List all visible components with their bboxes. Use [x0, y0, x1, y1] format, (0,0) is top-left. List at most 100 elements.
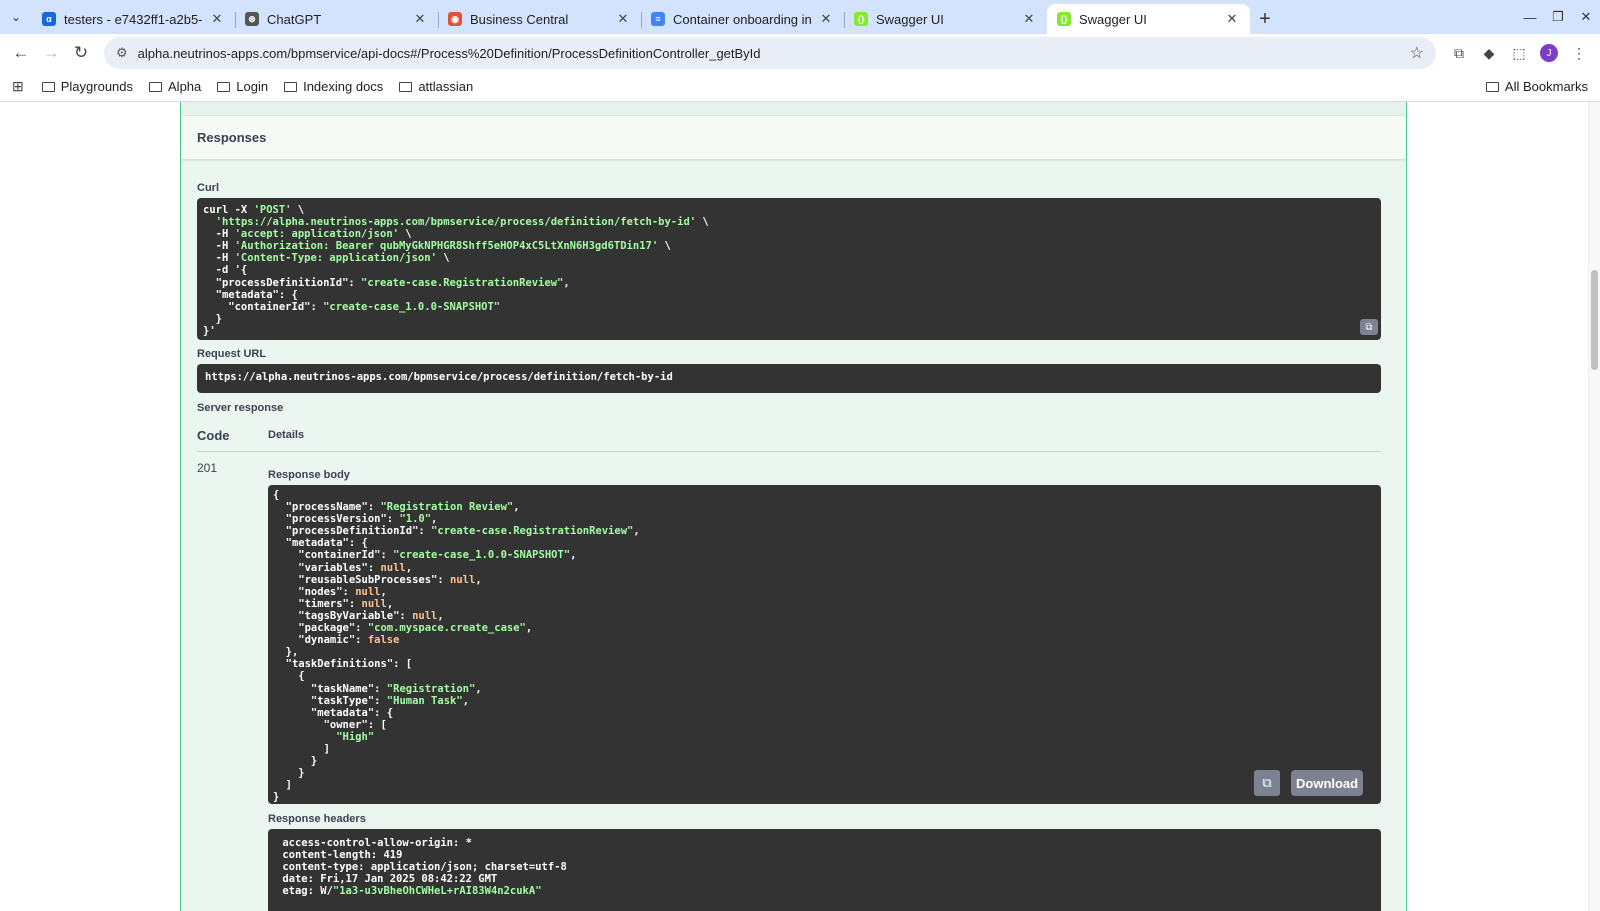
- bookmark-label: Alpha: [168, 79, 202, 94]
- menu-kebab-icon[interactable]: ⋮: [1564, 38, 1594, 68]
- page-viewport: Responses Curl curl -X 'POST' \ 'https:/…: [0, 102, 1600, 911]
- folder-icon: [41, 81, 55, 92]
- code-line: }: [273, 767, 305, 780]
- site-info-icon[interactable]: ⚙: [116, 45, 128, 61]
- url-text[interactable]: alpha.neutrinos-apps.com/bpmservice/api-…: [138, 46, 1410, 61]
- bookmark-indexing-docs[interactable]: Indexing docs: [284, 79, 383, 94]
- tab-search-icon[interactable]: ⌄: [0, 0, 32, 34]
- new-tab-button[interactable]: +: [1250, 4, 1280, 34]
- curl-code-block[interactable]: curl -X 'POST' \ 'https://alpha.neutrino…: [197, 198, 1381, 340]
- tab-close-icon[interactable]: ✕: [818, 11, 834, 27]
- code-line: etag: W/"1a3-u3vBheOhCWHeL+rAI83W4n2cukA…: [276, 885, 542, 898]
- code-line: "metadata": {: [273, 706, 394, 719]
- bookmark-star-icon[interactable]: ☆: [1410, 43, 1424, 63]
- tab-close-icon[interactable]: ✕: [1224, 11, 1240, 27]
- tab-close-icon[interactable]: ✕: [1021, 11, 1037, 27]
- response-headers-label: Response headers: [268, 813, 366, 825]
- folder-icon: [149, 81, 163, 92]
- tab-close-icon[interactable]: ✕: [615, 11, 631, 27]
- code-line: content-type: application/json; charset=…: [276, 861, 567, 874]
- folder-icon: [399, 81, 413, 92]
- page-scrollbar[interactable]: [1588, 102, 1600, 911]
- operation-block-post: Responses Curl curl -X 'POST' \ 'https:/…: [180, 102, 1407, 911]
- code-line: "processName": "Registration Review",: [273, 501, 520, 514]
- code-line: access-control-allow-origin: *: [276, 837, 472, 849]
- browser-tab[interactable]: {} Swagger UI ✕: [844, 4, 1047, 34]
- code-line: -H 'Authorization: Bearer qubMyGkNPHGR8S…: [203, 240, 671, 253]
- browser-toolbar: ← → ↻ ⚙ alpha.neutrinos-apps.com/bpmserv…: [0, 34, 1600, 72]
- close-window-icon[interactable]: ✕: [1572, 0, 1600, 34]
- tab-strip: ⌄ α testers - e7432ff1-a2b5- ✕ ⊛ ChatGPT ✕ ◉ Bu…: [0, 0, 1600, 34]
- code-line: "containerId": "create-case_1.0.0-SNAPSH…: [203, 300, 501, 313]
- copy-response-icon[interactable]: ⧉: [1254, 770, 1280, 796]
- tab-favicon-icon: {}: [854, 12, 868, 26]
- code-line: 'https://alpha.neutrinos-apps.com/bpmser…: [215, 216, 709, 229]
- code-line: {: [273, 489, 280, 501]
- all-bookmarks[interactable]: All Bookmarks: [1485, 79, 1588, 94]
- avatar: J: [1540, 44, 1558, 62]
- reload-button[interactable]: ↻: [66, 38, 96, 68]
- extension-2-icon[interactable]: ◆: [1474, 38, 1504, 68]
- response-body-block[interactable]: { "processName": "Registration Review", …: [268, 485, 1381, 804]
- tab-close-icon[interactable]: ✕: [412, 11, 428, 27]
- bookmark-login[interactable]: Login: [217, 79, 268, 94]
- bookmark-label: Playgrounds: [60, 79, 134, 94]
- minimize-icon[interactable]: —: [1516, 0, 1544, 34]
- details-column-header: Details: [268, 429, 305, 441]
- bookmark-alpha[interactable]: Alpha: [149, 79, 201, 94]
- browser-tab[interactable]: ◉ Business Central ✕: [438, 4, 641, 34]
- tab-close-icon[interactable]: ✕: [209, 11, 225, 27]
- bookmark-label: All Bookmarks: [1504, 79, 1588, 94]
- extensions-puzzle-icon[interactable]: ⬚: [1504, 38, 1534, 68]
- request-url-block[interactable]: https://alpha.neutrinos-apps.com/bpmserv…: [197, 364, 1381, 393]
- back-button[interactable]: ←: [6, 38, 36, 68]
- code-line: "dynamic": false: [273, 634, 400, 647]
- browser-tab[interactable]: α testers - e7432ff1-a2b5- ✕: [32, 4, 235, 34]
- code-line: "metadata": {: [203, 288, 298, 301]
- restore-icon[interactable]: ❐: [1544, 0, 1572, 34]
- tab-favicon-icon: ≡: [651, 12, 665, 26]
- curl-label: Curl: [197, 182, 219, 194]
- code-line: "timers": null,: [273, 597, 394, 610]
- request-url-text: https://alpha.neutrinos-apps.com/bpmserv…: [205, 371, 673, 383]
- scrollbar-thumb[interactable]: [1591, 270, 1598, 370]
- bookmarks-bar: ⊞ Playgrounds Alpha Login Indexing docs …: [0, 72, 1600, 102]
- status-code: 201: [197, 461, 218, 475]
- code-line: "tagsByVariable": null,: [273, 609, 444, 622]
- bookmark-attlassian[interactable]: attlassian: [399, 79, 473, 94]
- browser-tab[interactable]: {} Swagger UI ✕: [1047, 4, 1250, 34]
- response-headers-block[interactable]: access-control-allow-origin: * content-l…: [268, 829, 1381, 911]
- code-line: },: [273, 646, 299, 659]
- tab-favicon-icon: ◉: [448, 12, 462, 26]
- code-line: ]: [273, 742, 330, 755]
- code-line: -H 'accept: application/json' \: [203, 228, 412, 241]
- forward-button[interactable]: →: [36, 38, 66, 68]
- code-line: -d '{: [203, 264, 248, 277]
- bookmark-playgrounds[interactable]: Playgrounds: [41, 79, 134, 94]
- extension-icon[interactable]: ⧉: [1444, 38, 1474, 68]
- apps-grid-icon[interactable]: ⊞: [12, 78, 24, 95]
- bookmark-label: attlassian: [418, 79, 474, 94]
- tabs-container: α testers - e7432ff1-a2b5- ✕ ⊛ ChatGPT ✕ ◉ Busi…: [32, 4, 1250, 34]
- folder-icon: [1485, 81, 1499, 92]
- code-line: "High": [336, 730, 375, 743]
- download-button[interactable]: Download: [1291, 770, 1364, 796]
- code-line: }: [273, 791, 280, 804]
- browser-tab[interactable]: ≡ Container onboarding in ✕: [641, 4, 844, 34]
- code-column-header: Code: [197, 428, 230, 443]
- code-line: ]: [273, 779, 292, 792]
- code-line: "processDefinitionId": "create-case.Regi…: [273, 525, 640, 538]
- code-line: -H 'Content-Type: application/json' \: [203, 252, 450, 265]
- browser-tab[interactable]: ⊛ ChatGPT ✕: [235, 4, 438, 34]
- code-line: "taskDefinitions": [: [273, 658, 413, 671]
- responses-title: Responses: [197, 130, 267, 145]
- responses-header: Responses: [181, 116, 1406, 160]
- request-url-label: Request URL: [197, 348, 267, 360]
- code-line: "containerId": "create-case_1.0.0-SNAPSH…: [273, 549, 577, 562]
- server-response-label: Server response: [197, 402, 284, 414]
- copy-curl-icon[interactable]: ⧉: [1360, 319, 1378, 335]
- tab-title: testers - e7432ff1-a2b5-: [64, 11, 203, 27]
- profile-button[interactable]: J: [1534, 38, 1564, 68]
- code-line: "taskType": "Human Task",: [273, 694, 469, 707]
- address-bar[interactable]: ⚙ alpha.neutrinos-apps.com/bpmservice/ap…: [104, 37, 1436, 69]
